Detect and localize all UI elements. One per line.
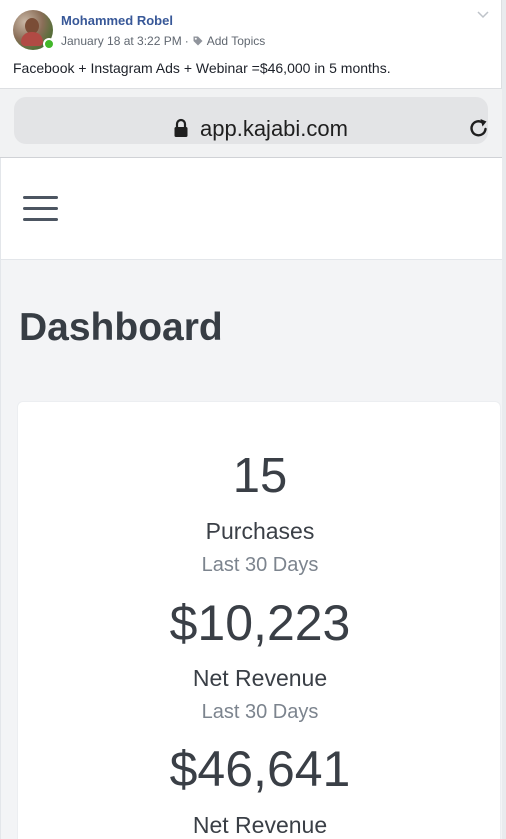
- post-meta: January 18 at 3:22 PM · Add Topics: [61, 34, 265, 48]
- dashboard-content: Dashboard 15 Purchases Last 30 Days $10,…: [0, 260, 502, 839]
- chevron-down-icon[interactable]: [477, 10, 489, 20]
- browser-toolbar: app.kajabi.com: [0, 88, 502, 158]
- facebook-post-header: Mohammed Robel January 18 at 3:22 PM · A…: [0, 0, 502, 88]
- lock-icon: [174, 118, 188, 137]
- address-bar[interactable]: app.kajabi.com: [14, 97, 488, 144]
- app-navbar: [0, 158, 502, 260]
- post-text: Facebook + Instagram Ads + Webinar =$46,…: [13, 60, 391, 76]
- page-title: Dashboard: [19, 306, 223, 349]
- stats-card: 15 Purchases Last 30 Days $10,223 Net Re…: [17, 401, 501, 839]
- author-name-link[interactable]: Mohammed Robel: [61, 13, 173, 28]
- menu-bar-middle: [23, 207, 58, 210]
- menu-bar-top: [23, 196, 58, 199]
- meta-separator: ·: [184, 34, 189, 48]
- purchases-count: 15: [232, 449, 288, 503]
- avatar-body: [21, 32, 43, 46]
- add-topics-link[interactable]: Add Topics: [207, 34, 265, 48]
- menu-bar-bottom: [23, 218, 58, 221]
- post-timestamp[interactable]: January 18 at 3:22 PM: [61, 34, 182, 48]
- net-revenue-total-value: $46,641: [169, 741, 351, 797]
- hamburger-menu-icon[interactable]: [23, 196, 58, 222]
- purchases-label: Purchases: [205, 518, 315, 544]
- net-revenue-30-label: Net Revenue: [192, 665, 328, 691]
- feed-right-edge: [502, 0, 506, 839]
- url-text[interactable]: app.kajabi.com: [200, 116, 348, 142]
- online-status-dot: [43, 38, 55, 50]
- net-revenue-total-label: Net Revenue: [192, 812, 328, 838]
- purchases-period: Last 30 Days: [201, 554, 319, 576]
- tag-icon: [193, 36, 203, 46]
- net-revenue-30-value: $10,223: [169, 595, 351, 651]
- reload-icon[interactable]: [468, 117, 490, 139]
- net-revenue-30-period: Last 30 Days: [201, 701, 319, 723]
